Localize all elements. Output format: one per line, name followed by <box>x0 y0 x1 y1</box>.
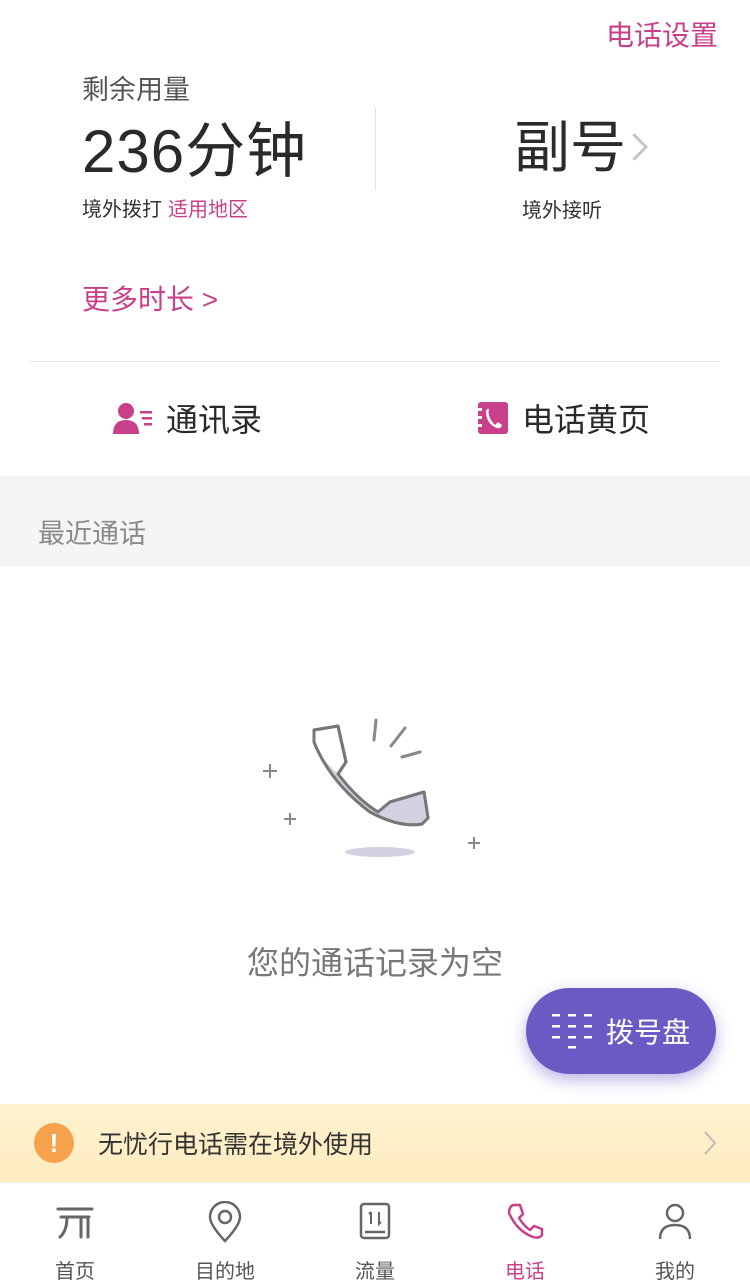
tab-data[interactable]: 流量 <box>300 1183 450 1281</box>
phone-settings-link[interactable]: 电话设置 <box>606 14 718 54</box>
tab-label: 电话 <box>505 1261 545 1281</box>
location-pin-icon <box>208 1201 242 1243</box>
phone-icon <box>507 1203 544 1239</box>
empty-calls-message: 您的通话记录为空 <box>246 945 503 981</box>
contacts-label: 通讯录 <box>166 402 263 438</box>
recent-calls-title: 最近通话 <box>38 519 146 549</box>
tab-label: 流量 <box>355 1261 395 1281</box>
data-icon <box>359 1202 391 1240</box>
usage-label: 剩余用量 <box>82 75 190 105</box>
overseas-notice-banner[interactable]: ! 无忧行电话需在境外使用 <box>0 1104 750 1182</box>
tab-label: 我的 <box>655 1261 695 1281</box>
warning-icon: ! <box>34 1123 74 1163</box>
yellow-pages-icon <box>476 402 508 434</box>
dialpad-label: 拨号盘 <box>605 1017 690 1048</box>
bottom-tab-bar: 首页 目的地 流量 电话 我的 <box>0 1182 750 1281</box>
usage-sub-label: 境外拨打 <box>82 199 162 221</box>
usage-sub: 境外拨打 适用地区 <box>82 193 307 222</box>
secondary-number-entry[interactable]: 副号 境外接听 <box>470 116 670 223</box>
divider <box>30 361 720 362</box>
contacts-icon <box>113 403 152 434</box>
dialpad-button[interactable]: 拨号盘 <box>526 988 716 1074</box>
remaining-usage: 剩余用量 236分钟 境外拨打 适用地区 <box>82 68 307 222</box>
usage-divider <box>375 108 376 190</box>
secondary-number-title: 副号 <box>514 116 626 179</box>
tab-destination[interactable]: 目的地 <box>150 1183 300 1281</box>
tab-home[interactable]: 首页 <box>0 1183 150 1281</box>
quick-actions: 通讯录 电话黄页 <box>0 380 750 456</box>
tab-phone[interactable]: 电话 <box>450 1183 600 1281</box>
empty-phone-illustration-icon <box>263 718 480 857</box>
tab-mine[interactable]: 我的 <box>600 1183 750 1281</box>
tab-label: 目的地 <box>195 1261 255 1281</box>
applicable-regions-link[interactable]: 适用地区 <box>168 199 248 221</box>
chevron-right-icon <box>632 133 649 161</box>
dialpad-icon <box>551 1014 592 1049</box>
secondary-number-sub: 境外接听 <box>522 200 602 222</box>
notice-text: 无忧行电话需在境外使用 <box>98 1131 374 1159</box>
home-icon <box>56 1207 94 1239</box>
usage-panel: 剩余用量 236分钟 境外拨打 适用地区 副号 境外接听 <box>0 68 750 238</box>
yellow-pages-label: 电话黄页 <box>522 402 651 438</box>
tab-label: 首页 <box>55 1261 95 1281</box>
chevron-right-icon <box>704 1131 717 1155</box>
usage-value: 236分钟 <box>82 118 308 185</box>
more-time-link[interactable]: 更多时长 > <box>82 278 218 318</box>
recent-calls-header: 最近通话 <box>0 476 750 566</box>
yellow-pages-button[interactable]: 电话黄页 <box>476 380 650 456</box>
user-icon <box>658 1203 692 1240</box>
contacts-button[interactable]: 通讯录 <box>112 380 262 456</box>
